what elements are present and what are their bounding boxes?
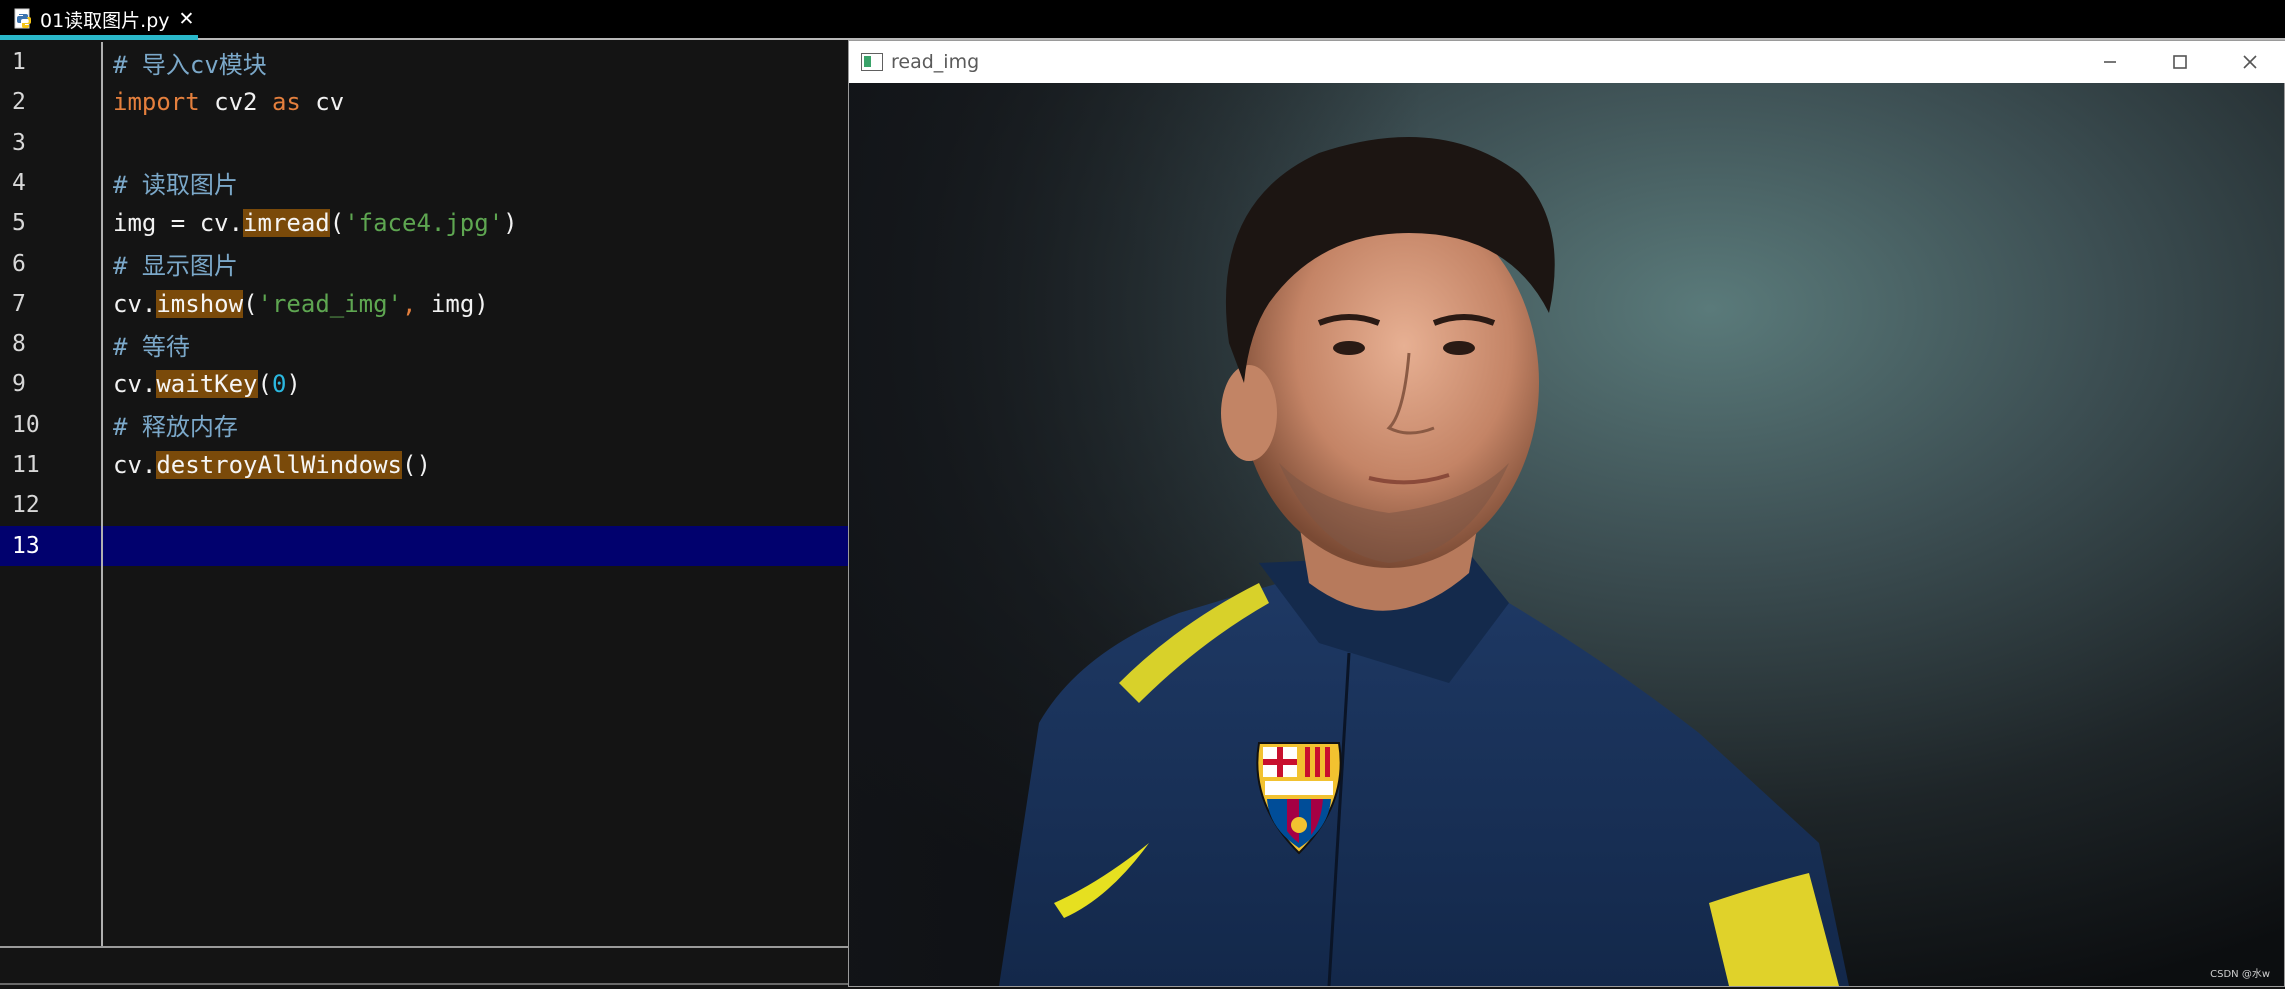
code-text[interactable]: # 显示图片 (113, 246, 238, 281)
code-token: ( (257, 370, 272, 399)
line-number: 6 (12, 250, 26, 277)
line-number: 11 (12, 452, 40, 478)
code-token: cv (300, 88, 345, 117)
function-name-token: imshow (156, 289, 244, 318)
code-token: 'face4.jpg' (344, 209, 504, 238)
code-token: cv2 (199, 88, 272, 117)
code-token: ( (329, 209, 345, 238)
line-number: 10 (12, 411, 40, 438)
function-name-token: destroyAllWindows (156, 451, 402, 479)
status-divider (0, 983, 848, 985)
code-text[interactable]: # 读取图片 (113, 165, 238, 200)
function-name-token: imread (243, 209, 330, 238)
code-line[interactable]: 13 (0, 526, 848, 566)
code-token: () (402, 451, 431, 479)
code-text[interactable]: img = cv.imread('face4.jpg') (113, 209, 518, 238)
code-token: # 导入cv模块 (113, 50, 267, 79)
minimize-icon (2104, 61, 2116, 63)
function-name-token: waitKey (156, 370, 258, 399)
tab-title: 01读取图片.py (40, 9, 170, 32)
image-window-title: read_img (891, 51, 980, 73)
line-number: 7 (12, 290, 26, 317)
editor-tab-bar: 01读取图片.py ✕ (0, 0, 2285, 40)
image-canvas: CSDN @水w (849, 83, 2284, 986)
maximize-button[interactable] (2145, 41, 2215, 83)
code-token: cv. (113, 370, 157, 399)
line-number: 5 (12, 210, 26, 237)
code-token: , (402, 289, 417, 318)
code-text[interactable]: cv.destroyAllWindows() (113, 451, 431, 479)
line-number: 8 (12, 331, 26, 358)
code-line[interactable]: 6 # 显示图片 (0, 244, 848, 284)
code-text[interactable]: cv.imshow('read_img', img) (113, 289, 489, 318)
code-line[interactable]: 11 cv.destroyAllWindows() (0, 445, 848, 485)
opencv-window-icon (861, 53, 883, 71)
code-token: as (271, 88, 301, 117)
code-text[interactable]: # 等待 (113, 327, 190, 362)
python-file-icon (14, 8, 31, 29)
code-token: 0 (271, 370, 287, 399)
close-icon (2243, 55, 2257, 69)
code-token: img) (416, 289, 489, 318)
code-text[interactable]: # 释放内存 (113, 407, 238, 442)
close-button[interactable] (2215, 41, 2285, 83)
line-number: 9 (12, 371, 26, 398)
code-text[interactable]: cv.waitKey(0) (113, 370, 301, 399)
code-line[interactable]: 10 # 释放内存 (0, 405, 848, 445)
line-number: 13 (12, 532, 40, 559)
csdn-watermark: CSDN @水w (2210, 969, 2270, 980)
active-tab-indicator (0, 35, 198, 40)
line-number: 12 (12, 492, 40, 519)
code-token: # 显示图片 (113, 252, 238, 280)
code-line[interactable]: 4 # 读取图片 (0, 163, 848, 203)
maximize-icon (2173, 55, 2187, 69)
code-text[interactable]: import cv2 as cv (113, 88, 344, 116)
code-token: ( (243, 289, 258, 318)
code-editor[interactable]: 1 # 导入cv模块 2 import cv2 as cv 3 4 # 读取图片 5 img =… (0, 42, 848, 946)
line-number: 3 (12, 129, 26, 156)
code-line[interactable]: 12 (0, 485, 848, 525)
code-token: cv. (113, 289, 157, 318)
image-window-titlebar[interactable]: read_img (849, 41, 2285, 83)
code-line[interactable]: 1 # 导入cv模块 (0, 42, 848, 82)
line-number: 4 (12, 169, 26, 196)
code-line[interactable]: 9 cv.waitKey(0) (0, 364, 848, 404)
code-token: ) (503, 209, 518, 238)
code-token: 'read_img' (257, 289, 403, 318)
code-line[interactable]: 3 (0, 123, 848, 163)
code-token: img = cv. (113, 209, 244, 238)
code-line[interactable]: 2 import cv2 as cv (0, 82, 848, 122)
code-token: import (113, 88, 200, 117)
code-token: # 释放内存 (113, 413, 238, 442)
line-number: 2 (12, 89, 26, 116)
code-line[interactable]: 8 # 等待 (0, 324, 848, 364)
code-token: # 等待 (113, 332, 190, 361)
minimize-button[interactable] (2075, 41, 2145, 83)
code-token: cv. (113, 451, 157, 479)
image-window[interactable]: read_img CSDN @水w (848, 40, 2285, 987)
code-line[interactable]: 5 img = cv.imread('face4.jpg') (0, 203, 848, 243)
portrait-photo (849, 83, 2284, 986)
code-token: # 读取图片 (113, 171, 238, 200)
code-text[interactable]: # 导入cv模块 (113, 45, 267, 80)
desktop: 01读取图片.py ✕ 1 # 导入cv模块 2 import cv2 as cv 3 4… (0, 0, 2285, 989)
code-line[interactable]: 7 cv.imshow('read_img', img) (0, 284, 848, 324)
line-number: 1 (12, 49, 26, 75)
tab-close-icon[interactable]: ✕ (179, 8, 195, 30)
code-token: ) (286, 370, 301, 399)
tab-01-read-image[interactable]: 01读取图片.py ✕ (0, 0, 198, 40)
